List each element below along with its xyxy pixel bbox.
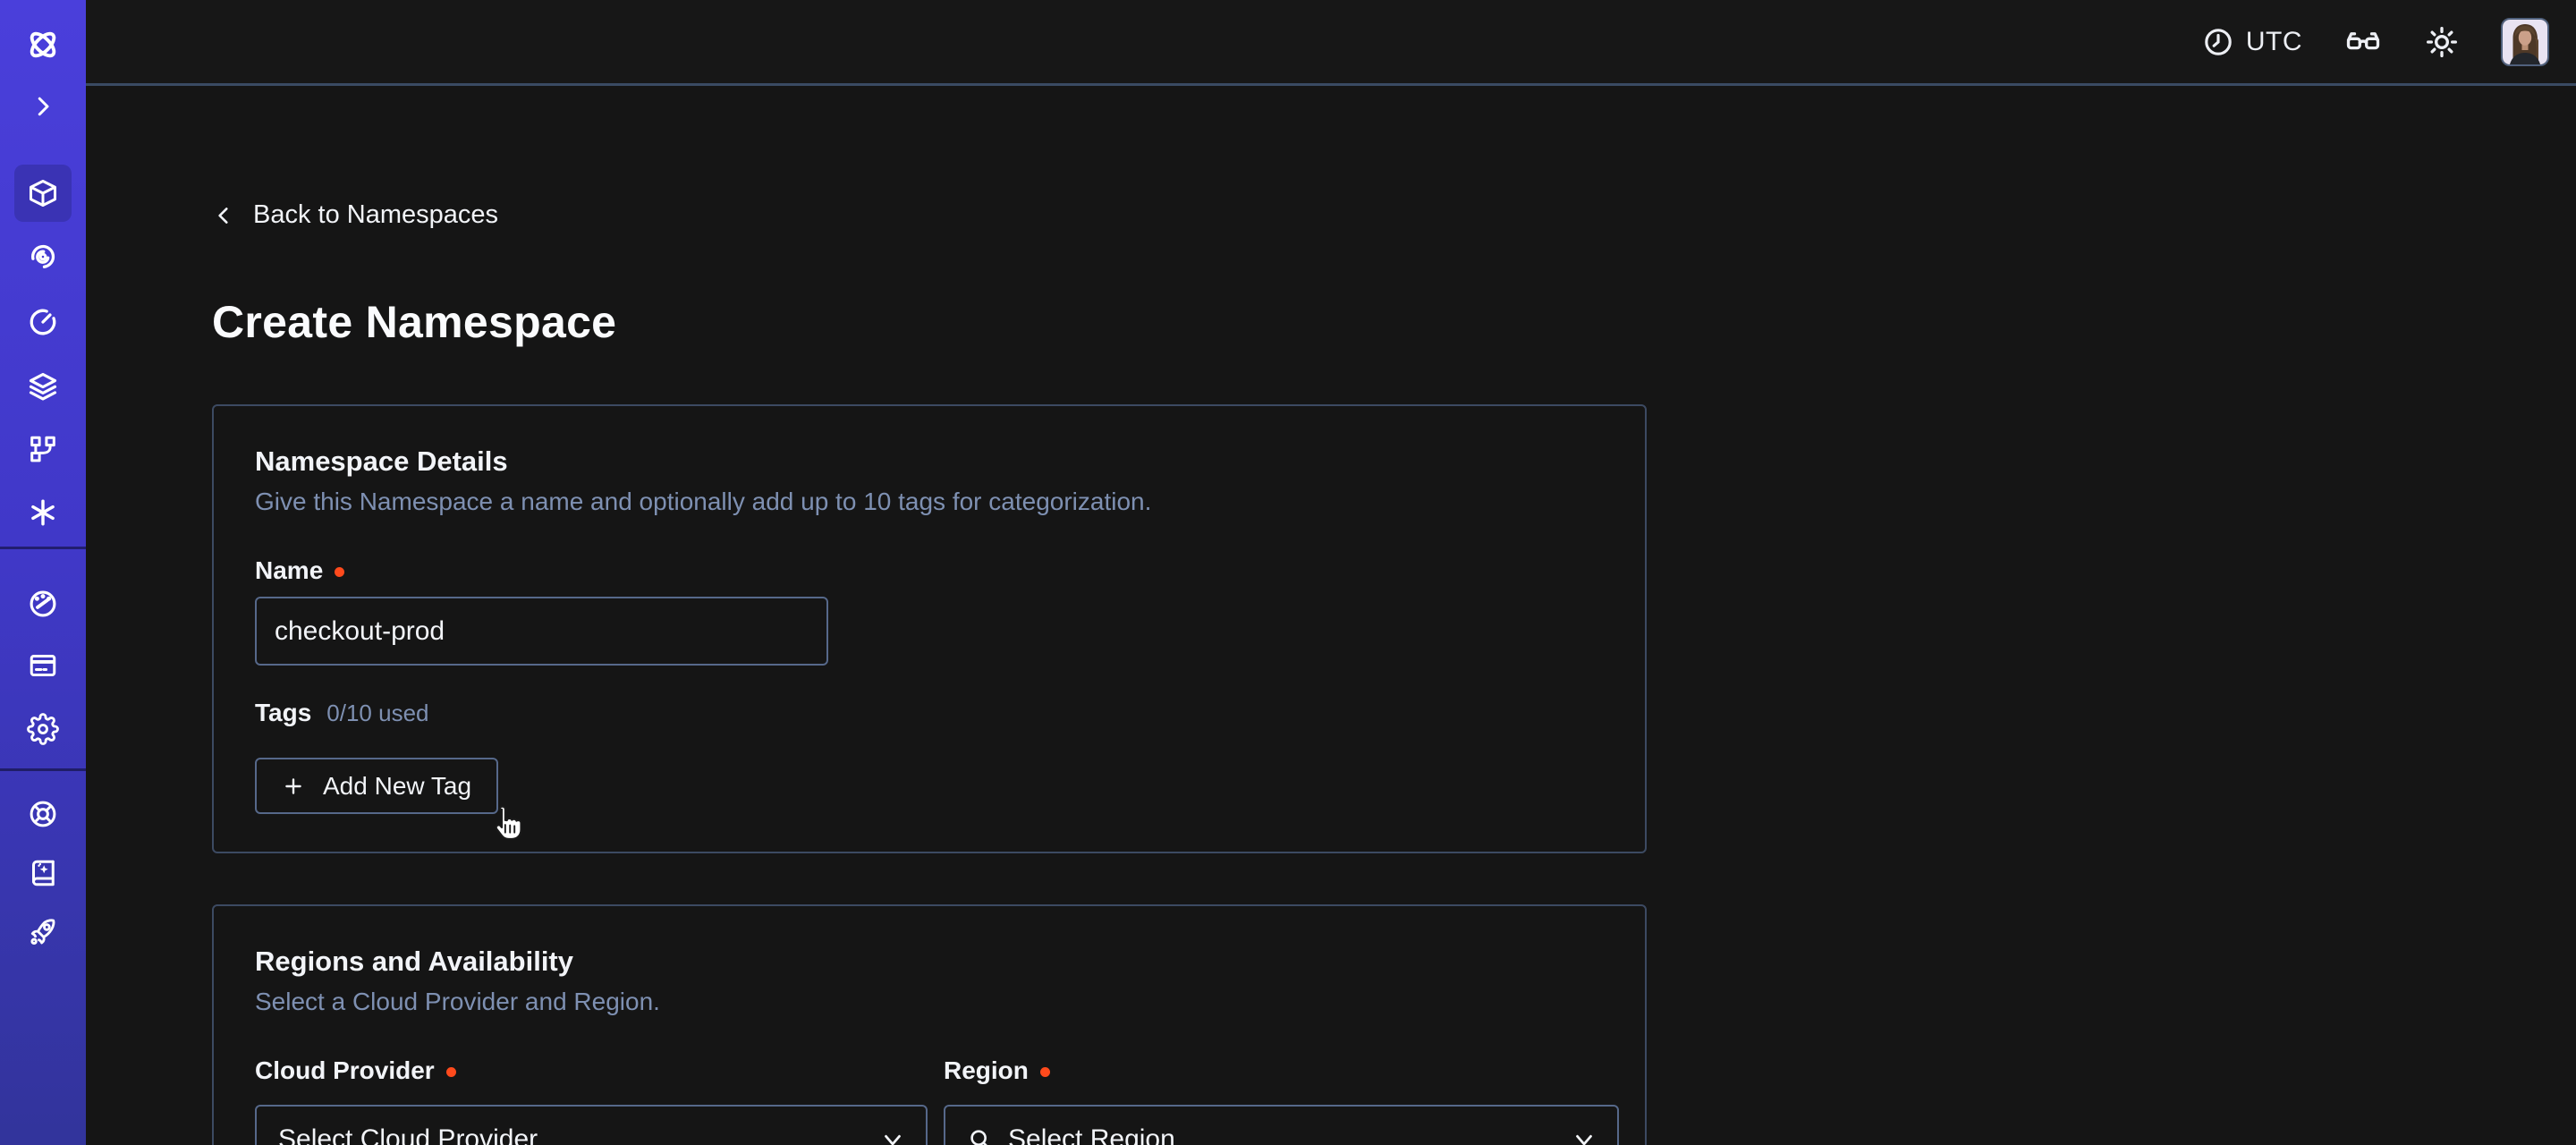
chevron-left-icon (212, 204, 235, 227)
name-label: Name (255, 556, 323, 585)
provider-region-grid: Cloud Provider Select Cloud Provider Reg… (255, 1017, 1604, 1145)
reader-view-button[interactable] (2343, 22, 2383, 62)
add-new-tag-button[interactable]: Add New Tag (255, 758, 498, 814)
card-subtitle: Give this Namespace a name and optionall… (255, 487, 1604, 517)
sidebar-item-rocket[interactable] (14, 903, 72, 961)
billing-icon (27, 649, 59, 682)
chevron-down-icon (879, 1126, 906, 1145)
chevron-down-icon (1571, 1126, 1597, 1145)
spiral-icon (27, 241, 59, 273)
sidebar-expand-button[interactable] (14, 78, 72, 135)
asterisk-icon (27, 496, 59, 529)
region-field-label: Region (944, 1056, 1619, 1085)
add-new-tag-label: Add New Tag (323, 772, 471, 801)
sidebar-item-branch[interactable] (14, 420, 72, 478)
sidebar-item-gear[interactable] (14, 700, 72, 758)
required-dot (335, 567, 344, 577)
card-title: Regions and Availability (255, 946, 1604, 978)
gear-icon (27, 713, 59, 745)
gauge-icon (27, 588, 59, 620)
sidebar-item-spiral[interactable] (14, 228, 72, 285)
layers-icon (27, 370, 59, 403)
regions-availability-card: Regions and Availability Select a Cloud … (212, 904, 1647, 1145)
card-title: Namespace Details (255, 445, 1604, 478)
chevron-right-icon (30, 93, 56, 120)
tags-used-counter: 0/10 used (326, 700, 428, 727)
search-icon (967, 1126, 994, 1145)
user-menu-button[interactable] (2501, 18, 2549, 66)
cloud-provider-field-label: Cloud Provider (255, 1056, 928, 1085)
tags-field-label: Tags 0/10 used (255, 699, 1604, 727)
timezone-label: UTC (2246, 27, 2302, 57)
clock-icon (2202, 26, 2234, 58)
cloud-provider-select[interactable]: Select Cloud Provider (255, 1105, 928, 1145)
tags-label: Tags (255, 699, 311, 727)
region-placeholder: Select Region (1008, 1124, 1175, 1145)
back-to-namespaces-link[interactable]: Back to Namespaces (212, 200, 498, 230)
topbar: UTC (86, 0, 2576, 86)
required-dot (1040, 1067, 1050, 1077)
main-content: Back to Namespaces Create Namespace Name… (86, 89, 2576, 1145)
theme-toggle-button[interactable] (2424, 24, 2460, 60)
cube-icon (27, 177, 59, 209)
timer-icon (27, 306, 59, 338)
cloud-provider-field: Cloud Provider Select Cloud Provider (255, 1017, 928, 1145)
sidebar-item-asterisk[interactable] (14, 484, 72, 541)
sidebar-item-billing[interactable] (14, 637, 72, 694)
sidebar-item-book[interactable] (14, 844, 72, 902)
namespace-name-input[interactable] (255, 597, 828, 666)
sidebar-item-gauge[interactable] (14, 575, 72, 632)
sidebar (0, 0, 86, 1145)
sidebar-item-logo[interactable] (14, 16, 72, 73)
plus-icon (282, 775, 305, 798)
name-field-label: Name (255, 556, 1604, 585)
region-label: Region (944, 1056, 1029, 1085)
sidebar-item-lifebuoy[interactable] (14, 785, 72, 843)
sidebar-item-timer[interactable] (14, 293, 72, 351)
lifebuoy-icon (27, 798, 59, 830)
region-field: Region Select Region (944, 1017, 1619, 1145)
sidebar-divider (0, 547, 86, 549)
cloud-provider-placeholder: Select Cloud Provider (278, 1124, 538, 1145)
timezone-selector[interactable]: UTC (2202, 26, 2302, 58)
namespace-details-card: Namespace Details Give this Namespace a … (212, 404, 1647, 853)
required-dot (446, 1067, 456, 1077)
sidebar-item-layers[interactable] (14, 358, 72, 415)
back-link-label: Back to Namespaces (253, 200, 498, 230)
sidebar-divider (0, 768, 86, 771)
book-sparkles-icon (27, 857, 59, 889)
temporal-logo (22, 24, 64, 65)
page-title: Create Namespace (212, 296, 2576, 348)
branch-icon (27, 433, 59, 465)
card-subtitle: Select a Cloud Provider and Region. (255, 987, 1604, 1017)
sun-icon (2424, 24, 2460, 60)
glasses-icon (2343, 22, 2383, 62)
sidebar-item-cube[interactable] (14, 165, 72, 222)
region-select[interactable]: Select Region (944, 1105, 1619, 1145)
cloud-provider-label: Cloud Provider (255, 1056, 435, 1085)
rocket-icon (27, 916, 59, 948)
avatar (2503, 20, 2547, 64)
